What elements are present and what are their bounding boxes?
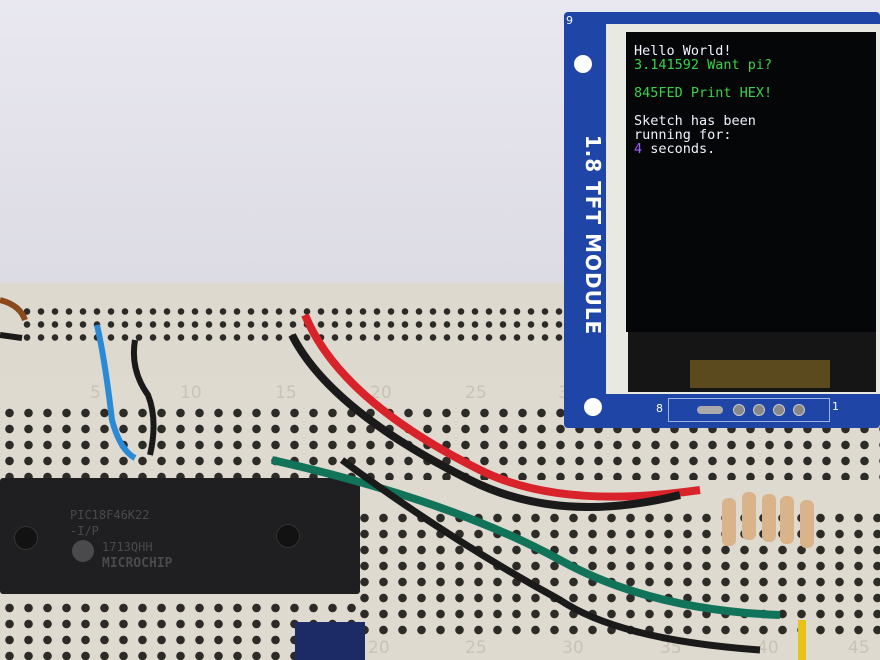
smd-component bbox=[697, 406, 723, 414]
pin-header bbox=[668, 398, 830, 422]
screen-line-sketch: Sketch has been bbox=[634, 113, 756, 129]
flex-cable bbox=[690, 360, 830, 388]
wire-brown bbox=[0, 297, 28, 322]
bottom-connector bbox=[295, 622, 365, 660]
pin bbox=[773, 404, 785, 416]
screen-line-pi: 3.141592 Want pi? bbox=[634, 57, 773, 73]
screen-line-hex: 845FED Print HEX! bbox=[634, 85, 773, 101]
corner-pin-label: 9 bbox=[566, 14, 573, 27]
wire-black-short bbox=[130, 339, 157, 456]
pin bbox=[753, 404, 765, 416]
seconds-value: 4 bbox=[634, 141, 643, 157]
tft-screen: Hello World! 3.141592 Want pi? 845FED Pr… bbox=[626, 32, 876, 332]
wire-black-left bbox=[0, 332, 23, 341]
seconds-label: seconds. bbox=[642, 141, 716, 157]
pin-label-right: 1 bbox=[832, 400, 839, 413]
wire-blue bbox=[94, 324, 137, 461]
screen-line-hello: Hello World! bbox=[634, 43, 732, 59]
resistors bbox=[722, 492, 814, 548]
mounting-hole bbox=[584, 398, 602, 416]
screen-line-running: running for: bbox=[634, 127, 732, 143]
mounting-hole bbox=[574, 55, 592, 73]
pin-label-left: 8 bbox=[656, 402, 663, 415]
pin bbox=[793, 404, 805, 416]
wire-yellow bbox=[798, 620, 806, 660]
pin bbox=[733, 404, 745, 416]
module-label: 1.8 TFT MODULE bbox=[581, 134, 605, 336]
screen-line-seconds: 4 seconds. bbox=[634, 142, 715, 156]
